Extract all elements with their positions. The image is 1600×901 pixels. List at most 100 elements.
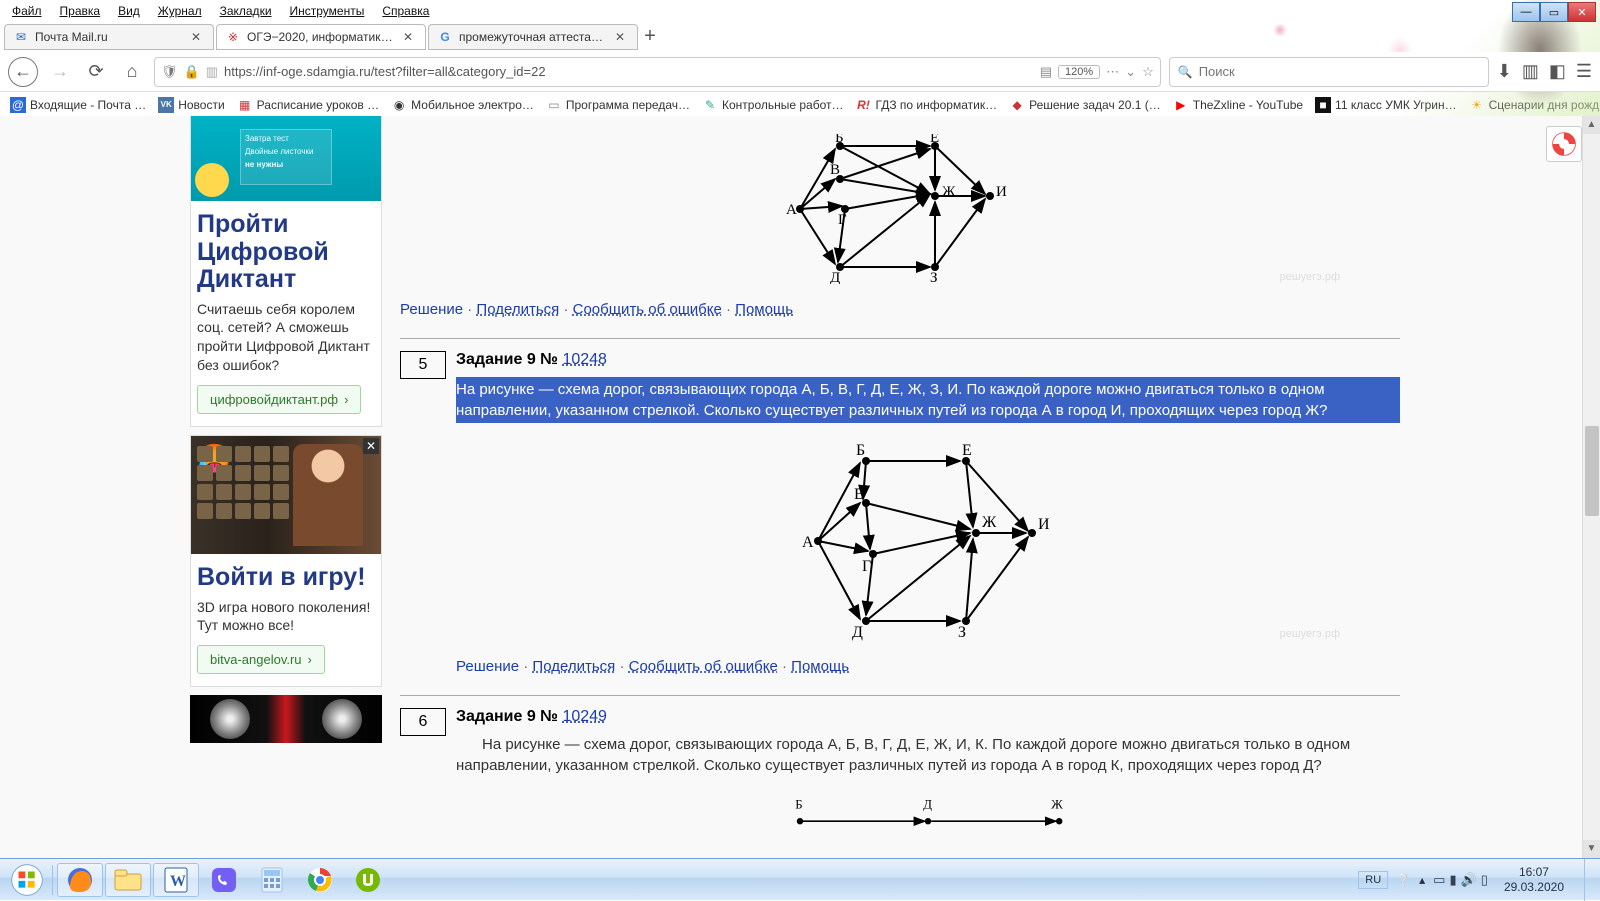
volume-icon[interactable]: 🔊	[1461, 872, 1477, 888]
help-link[interactable]: Помощь	[735, 301, 793, 318]
menu-tools[interactable]: Инструменты	[286, 2, 369, 20]
bookmark-item[interactable]: ◉Мобильное электро…	[387, 95, 538, 115]
reload-button[interactable]: ⟳	[82, 58, 110, 86]
menu-history[interactable]: Журнал	[154, 2, 206, 20]
bookmark-item[interactable]: ✎Контрольные работ…	[698, 95, 848, 115]
bookmark-item[interactable]: ◆ Решение задач 20.1 (…	[1005, 95, 1165, 115]
help-button[interactable]	[1546, 126, 1582, 162]
new-tab-button[interactable]: +	[640, 27, 660, 47]
report-link[interactable]: Сообщить об ошибке	[629, 658, 778, 675]
bookmark-label: Программа передач…	[566, 98, 690, 112]
tab-google[interactable]: G промежуточная аттестация 9 класс ✕	[428, 24, 638, 50]
close-window-button[interactable]: ✕	[1568, 2, 1596, 22]
bookmark-item[interactable]: VK Новости	[154, 95, 228, 115]
reader-mode-icon[interactable]: ▤	[1040, 64, 1052, 80]
taskbar-utorrent[interactable]	[345, 863, 391, 897]
downloads-icon[interactable]: ⬇	[1497, 61, 1512, 82]
scrollbar[interactable]: ▲ ▼	[1582, 116, 1600, 858]
taskbar-chrome[interactable]	[297, 863, 343, 897]
tab-sdamgia[interactable]: ※ ОГЭ−2020, информатика: задания, ✕	[216, 24, 426, 50]
menu-bookmarks[interactable]: Закладки	[216, 2, 276, 20]
menu-file[interactable]: Файл	[8, 2, 46, 20]
zoom-badge[interactable]: 120%	[1058, 65, 1100, 79]
search-bar[interactable]: 🔍	[1169, 57, 1489, 87]
url-bar[interactable]: 🛡 🔒 ▥ https://inf-oge.sdamgia.ru/test?fi…	[154, 57, 1161, 87]
ad-link[interactable]: bitva-angelov.ru›	[197, 645, 325, 674]
bookmark-item[interactable]: @Входящие - Почта …	[6, 95, 150, 115]
ad-link[interactable]: цифровойдиктант.рф›	[197, 385, 361, 414]
taskbar-calculator[interactable]	[249, 863, 295, 897]
tab-mailru[interactable]: ✉ Почта Mail.ru ✕	[4, 24, 214, 50]
ad-coins[interactable]: ⓘ✕	[190, 695, 382, 743]
bookmark-label: Входящие - Почта …	[30, 98, 146, 112]
menu-help[interactable]: Справка	[378, 2, 433, 20]
close-tab-icon[interactable]: ✕	[191, 30, 205, 44]
show-desktop-button[interactable]	[1584, 859, 1594, 901]
close-ad-icon[interactable]: ✕	[363, 438, 379, 454]
task-text[interactable]: На рисунке — схема дорог, связывающих го…	[456, 734, 1400, 776]
taskbar-explorer[interactable]	[105, 863, 151, 897]
diamond-icon: ◆	[1009, 97, 1025, 113]
minimize-button[interactable]: —	[1512, 2, 1540, 22]
search-icon: 🔍	[1178, 65, 1193, 79]
taskbar-word[interactable]: W	[153, 863, 199, 897]
solution-link[interactable]: Решение	[400, 301, 463, 318]
menu-edit[interactable]: Правка	[56, 2, 105, 20]
task-id-link[interactable]: 10248	[562, 351, 607, 368]
star-icon[interactable]: ☆	[1142, 64, 1154, 80]
vk-icon: VK	[158, 97, 174, 113]
menu-view[interactable]: Вид	[114, 2, 144, 20]
taskbar: W RU ❔ ▴ ▭ ▮ 🔊 ▯ 16:07 29.03.2020	[0, 858, 1600, 900]
permission-icon[interactable]: ▥	[206, 64, 218, 80]
close-tab-icon[interactable]: ✕	[615, 30, 629, 44]
bookmark-item[interactable]: ▭Программа передач…	[542, 95, 694, 115]
search-input[interactable]	[1199, 64, 1480, 79]
scroll-thumb[interactable]	[1585, 426, 1599, 516]
back-button[interactable]: ←	[8, 57, 38, 87]
bookmark-label: Решение задач 20.1 (…	[1029, 98, 1161, 112]
report-link[interactable]: Сообщить об ошибке	[573, 301, 722, 318]
close-tab-icon[interactable]: ✕	[403, 30, 417, 44]
svg-text:Ж: Ж	[982, 514, 997, 531]
language-indicator[interactable]: RU	[1358, 871, 1388, 889]
ad-image: 🥵 ✕	[191, 436, 381, 554]
scroll-down-icon[interactable]: ▼	[1583, 840, 1600, 858]
task-text-selected[interactable]: На рисунке — схема дорог, связывающих го…	[456, 377, 1400, 423]
taskbar-firefox[interactable]	[57, 863, 103, 897]
ad-digital-dictation[interactable]: Завтра тестДвойные листочкине нужны Прой…	[190, 116, 382, 427]
svg-text:И: И	[996, 184, 1007, 200]
pocket-icon[interactable]: ⌄	[1125, 64, 1136, 80]
tab-label: Почта Mail.ru	[35, 30, 185, 44]
clock[interactable]: 16:07 29.03.2020	[1496, 865, 1572, 894]
start-button[interactable]	[6, 859, 48, 901]
bookmark-item[interactable]: R!ГДЗ по информатик…	[852, 95, 1002, 115]
shield-icon[interactable]: 🛡	[161, 64, 178, 80]
network-icon[interactable]: ▮	[1449, 872, 1456, 888]
menu-icon[interactable]: ☰	[1576, 61, 1592, 82]
share-link[interactable]: Поделиться	[476, 301, 559, 318]
tray-arrow-icon[interactable]: ▴	[1419, 873, 1425, 887]
bookmark-item[interactable]: ▶TheZxline - YouTube	[1169, 95, 1307, 115]
bookmarks-bar: @Входящие - Почта … VK Новости ▦Расписани…	[0, 92, 1600, 118]
bookmark-item[interactable]: ☀Сценарии дня рожд…	[1465, 95, 1600, 115]
task-id-link[interactable]: 10249	[562, 708, 607, 725]
page-actions-icon[interactable]: ⋯	[1106, 64, 1119, 80]
action-center-icon[interactable]: ▭	[1433, 872, 1445, 888]
bookmark-item[interactable]: ■11 класс УМК Угрин…	[1311, 95, 1461, 115]
taskbar-viber[interactable]	[201, 863, 247, 897]
help-link[interactable]: Помощь	[791, 658, 849, 675]
battery-icon[interactable]: ▯	[1481, 872, 1488, 888]
bookmark-label: Новости	[178, 98, 224, 112]
scroll-up-icon[interactable]: ▲	[1583, 116, 1600, 134]
share-link[interactable]: Поделиться	[532, 658, 615, 675]
solution-link[interactable]: Решение	[456, 658, 519, 675]
maximize-button[interactable]: ▭	[1540, 2, 1568, 22]
help-tray-icon[interactable]: ❔	[1396, 873, 1411, 887]
svg-text:З: З	[930, 270, 938, 284]
bookmark-item[interactable]: ▦Расписание уроков …	[233, 95, 383, 115]
ad-game[interactable]: 🥵 ✕ Войти в игру! 3D игра нового поколен…	[190, 435, 382, 687]
library-icon[interactable]: ▥	[1522, 61, 1539, 82]
sidebar-icon[interactable]: ◧	[1549, 61, 1566, 82]
home-button[interactable]: ⌂	[118, 58, 146, 86]
forward-button[interactable]: →	[46, 58, 74, 86]
